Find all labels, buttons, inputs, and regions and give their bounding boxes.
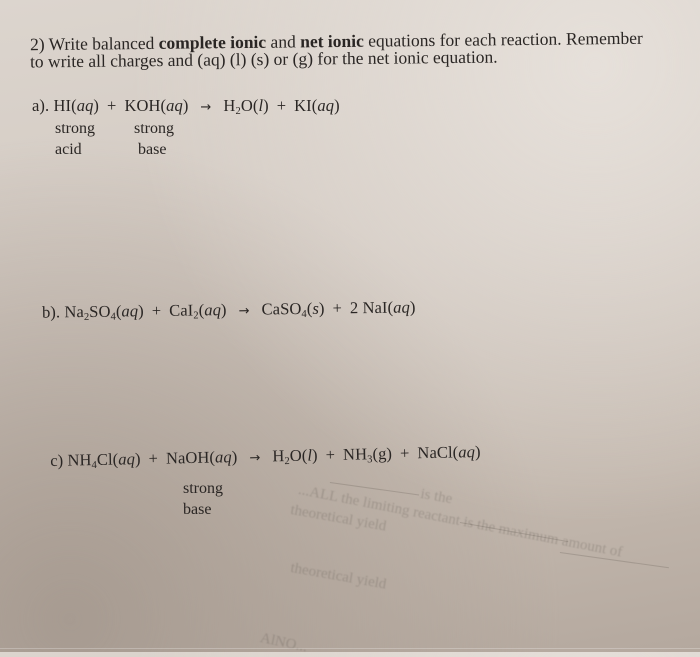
reaction-c-product-1: H2O(l) xyxy=(272,445,318,468)
formula: CaSO xyxy=(261,298,302,319)
state: aq xyxy=(118,449,136,469)
reaction-b-reactant-2: CaI2(aq) xyxy=(169,300,227,322)
plus-sign: + xyxy=(107,96,117,115)
reaction-a-note-strong-base: strong base xyxy=(134,118,174,160)
state: aq xyxy=(204,300,222,320)
instruction-text-4: to write all charges and (aq) (l) (s) or… xyxy=(29,46,498,72)
plus-sign: + xyxy=(276,96,287,115)
question-instruction-line-2: to write all charges and (aq) (l) (s) or… xyxy=(30,47,498,73)
reaction-a-note-strong-acid: strong acid xyxy=(55,118,95,160)
state: aq xyxy=(166,96,183,115)
state: aq xyxy=(121,301,139,321)
subscript: 4 xyxy=(110,311,117,323)
bleed-through-text-3: is the xyxy=(419,486,454,508)
plus-sign: + xyxy=(325,445,336,465)
coefficient: 2 xyxy=(349,298,359,318)
page-bottom-edge xyxy=(0,648,700,649)
reaction-c-equation: c) NH4Cl(aq) + NaOH(aq) → H2O(l) + NH3(g) + NaCl… xyxy=(50,442,481,473)
plus-sign: + xyxy=(148,448,159,468)
reaction-a-product-1: H2O(l) xyxy=(223,96,269,117)
formula: HI xyxy=(53,96,72,115)
reaction-arrow-icon: → xyxy=(200,100,212,115)
subscript: 2 xyxy=(193,310,199,322)
note-line: base xyxy=(183,501,212,518)
reaction-a-equation: a). HI(aq) + KOH(aq) → H2O(l) + KI(aq) xyxy=(32,96,340,118)
formula: SO xyxy=(89,301,111,321)
state: l xyxy=(258,96,264,115)
reaction-a-reactant-1: HI(aq) xyxy=(53,96,100,115)
state: aq xyxy=(458,442,476,462)
state: l xyxy=(307,445,313,465)
reaction-c-reactant-1: NH4Cl(aq) xyxy=(67,449,141,472)
reaction-arrow-icon: → xyxy=(238,303,250,319)
formula: NaCl xyxy=(417,442,453,463)
state: g xyxy=(377,443,387,464)
note-line: base xyxy=(138,141,167,158)
reaction-b-product-2: 2 NaI(aq) xyxy=(349,297,416,318)
formula: H xyxy=(223,96,236,115)
plus-sign: + xyxy=(399,443,410,463)
reaction-a-product-2: KI(aq) xyxy=(294,96,340,115)
reaction-a-reactant-2: KOH(aq) xyxy=(124,96,189,115)
note-line: strong xyxy=(183,480,223,497)
note-line: acid xyxy=(55,141,82,158)
reaction-b-equation: b). Na2SO4(aq) + CaI2(aq) → CaSO4(s) +2 NaI(a… xyxy=(42,297,416,324)
reaction-c-reactant-2: NaOH(aq) xyxy=(165,447,238,468)
reaction-a-label: a). xyxy=(32,96,50,115)
formula: H xyxy=(272,446,285,466)
reaction-c-note-strong-base: strong base xyxy=(183,478,223,520)
reaction-c-product-2: NH3(g) xyxy=(342,443,393,466)
note-line: strong xyxy=(55,120,95,137)
formula: CaI xyxy=(169,300,194,320)
bleed-through-text-5: AlNO... xyxy=(258,630,309,657)
reaction-b-product-1: CaSO4(s) xyxy=(261,298,325,320)
reaction-b-label: b). xyxy=(41,302,61,322)
state: aq xyxy=(393,297,411,317)
bleed-through-text-4-content: theoretical yield xyxy=(289,560,388,593)
formula: NH xyxy=(342,444,368,464)
bleed-through-text-3-content: is the xyxy=(419,486,454,508)
subscript: 3 xyxy=(367,454,373,466)
state: aq xyxy=(317,96,335,115)
plus-sign: + xyxy=(332,298,343,318)
plus-sign: + xyxy=(151,300,162,321)
reaction-arrow-icon: → xyxy=(249,450,261,466)
reaction-b-reactant-1: Na2SO4(aq) xyxy=(64,301,144,324)
state: s xyxy=(312,298,320,318)
formula: Cl xyxy=(96,449,113,470)
formula: Na xyxy=(64,302,84,322)
formula: KI xyxy=(294,96,312,115)
formula: NH xyxy=(67,450,92,470)
formula: NaOH xyxy=(165,447,210,468)
worksheet-page: ...ALL the limiting reactant is the maxi… xyxy=(0,0,700,656)
state: aq xyxy=(76,96,94,115)
bleed-through-text-4: theoretical yield xyxy=(289,560,388,594)
note-line: strong xyxy=(134,120,174,137)
subscript: 4 xyxy=(301,308,307,320)
reaction-c-product-3: NaCl(aq) xyxy=(417,441,481,463)
formula: O xyxy=(240,96,253,115)
formula: KOH xyxy=(124,96,161,115)
formula: O xyxy=(289,445,302,465)
state: aq xyxy=(214,447,232,467)
reaction-c-label: c) xyxy=(50,450,64,470)
formula: NaI xyxy=(362,297,388,318)
